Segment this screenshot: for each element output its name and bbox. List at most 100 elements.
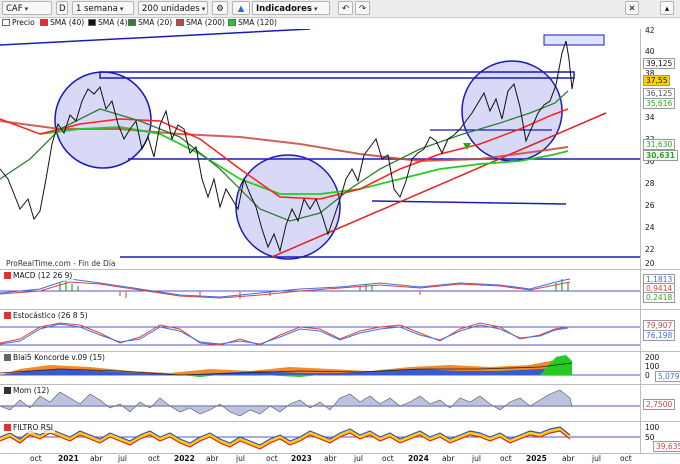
legend-sma200-label: SMA (200) [186, 18, 225, 27]
time-tick: oct [30, 454, 42, 463]
indicators-icon: ▲ [237, 4, 245, 14]
macd-line [0, 278, 571, 298]
chart-toolbar: CAF ▾ D 1 semana ▾ 200 unidades ▾ ⚙ ▲ Indic… [0, 0, 680, 18]
stoch-badge: 76,198 [643, 330, 676, 341]
chevron-down-icon: ▾ [119, 5, 124, 13]
mom-axis: 2,7500 [640, 384, 680, 422]
sma20-swatch [128, 19, 136, 26]
upper-trendline [0, 29, 311, 46]
rsi-chart [0, 426, 640, 450]
time-tick: 2021 [58, 454, 79, 463]
axis-tick: 42 [645, 26, 655, 35]
stoch-label-text: Estocástico (26 8 5) [13, 311, 88, 320]
rsi-label-text: FILTRO RSI [13, 423, 53, 432]
macd-label[interactable]: MACD (12 26 9) [4, 271, 75, 281]
legend-sma40[interactable]: SMA (40) [40, 17, 84, 29]
mom-label-text: Mom (12) [13, 386, 50, 395]
axis-tick: 22 [645, 245, 655, 254]
time-tick: jul [354, 454, 363, 463]
axis-tick: 0 [645, 371, 650, 380]
rsi-axis: 100 50 39,635 [640, 421, 680, 454]
legend-sma120-label: SMA (120) [238, 18, 277, 27]
price-axis[interactable]: 42 40 38 36 34 32 30 28 26 24 22 20 39,1… [640, 26, 680, 269]
symbol-selector[interactable]: CAF ▾ [2, 1, 52, 15]
axis-tick: 20 [645, 259, 655, 268]
indicator-icon [4, 424, 11, 431]
axis-tick: 100 [645, 423, 660, 432]
blai5-axis: 200 100 0 5,0798 [640, 351, 680, 385]
rsi-badge: 39,635 [653, 441, 680, 452]
sma40-swatch [40, 19, 48, 26]
time-tick: abr [206, 454, 219, 463]
price-badge: 30,631 [643, 150, 678, 161]
period-type-button[interactable]: D [56, 1, 68, 15]
legend-sma200[interactable]: SMA (200) [176, 17, 225, 29]
axis-tick: 200 [645, 353, 660, 362]
symbol-label: CAF [6, 4, 23, 14]
mom-chart [0, 389, 640, 417]
axis-tick: 26 [645, 201, 655, 210]
legend-sma20[interactable]: SMA (20) [128, 17, 172, 29]
units-selector[interactable]: 200 unidades ▾ [138, 1, 208, 15]
blai5-label-text: Blai5 Koncorde v.09 (15) [13, 353, 105, 362]
axis-tick: 40 [645, 47, 655, 56]
macd-badge: 0,2418 [643, 292, 676, 303]
units-label: 200 unidades [142, 4, 200, 14]
blai5-label[interactable]: Blai5 Koncorde v.09 (15) [4, 353, 107, 363]
circle-zone-3 [461, 60, 563, 162]
target-box [543, 34, 605, 46]
chevron-up-icon: ▴ [664, 4, 670, 14]
wrench-icon: ⚙ [216, 4, 224, 14]
time-tick: oct [620, 454, 632, 463]
legend-sma4-label: SMA (4) [98, 18, 128, 27]
macd-axis: 1,1813 0,9414 0,2418 [640, 269, 680, 310]
redo-button[interactable]: ↷ [355, 1, 370, 15]
indicators-menu[interactable]: Indicadores ▾ [252, 1, 330, 15]
price-badge: 31,630 [643, 139, 676, 150]
legend-sma120[interactable]: SMA (120) [228, 17, 277, 29]
timeframe-selector[interactable]: 1 semana ▾ [72, 1, 134, 15]
undo-icon: ↶ [341, 4, 350, 14]
axis-tick: 28 [645, 179, 655, 188]
mom-area [0, 389, 573, 417]
time-tick: oct [500, 454, 512, 463]
time-tick: oct [266, 454, 278, 463]
collapse-button[interactable]: ▴ [660, 1, 674, 15]
mom-label[interactable]: Mom (12) [4, 386, 52, 396]
macd-chart [0, 278, 640, 299]
stoch-label[interactable]: Estocástico (26 8 5) [4, 311, 90, 321]
close-chart-button[interactable]: ✕ [625, 1, 639, 15]
rsi-label[interactable]: FILTRO RSI [4, 423, 55, 433]
time-tick: jul [592, 454, 601, 463]
timeframe-label: 1 semana [76, 4, 118, 14]
blai5-badge: 5,0798 [655, 371, 680, 382]
time-tick: oct [382, 454, 394, 463]
indicator-icon [4, 272, 11, 279]
indicators-icon-button[interactable]: ▲ [232, 1, 250, 15]
sma120-swatch [228, 19, 236, 26]
chevron-down-icon: ▾ [313, 5, 318, 13]
time-tick: abr [562, 454, 575, 463]
time-tick: jul [118, 454, 127, 463]
undo-button[interactable]: ↶ [338, 1, 353, 15]
stoch-axis: 79,907 76,198 [640, 309, 680, 352]
time-tick: 2025 [526, 454, 547, 463]
legend-sma4[interactable]: SMA (4) [88, 17, 127, 29]
chevron-down-icon: ▾ [201, 5, 206, 13]
indicator-icon [4, 354, 11, 361]
price-chart[interactable]: ProRealTime.com - Fin de Día [0, 29, 640, 269]
stoch-chart [0, 322, 640, 346]
legend-bar: Precio SMA (40) SMA (4) SMA (20) SMA (20… [0, 17, 330, 29]
settings-button[interactable]: ⚙ [212, 1, 228, 15]
sma200-swatch [176, 19, 184, 26]
indicator-icon [4, 387, 11, 394]
legend-price[interactable]: Precio [2, 17, 35, 29]
axis-tick: 100 [645, 362, 660, 371]
time-tick: 2024 [408, 454, 429, 463]
time-tick: abr [90, 454, 103, 463]
time-tick: jul [236, 454, 245, 463]
mom-badge: 2,7500 [643, 399, 676, 410]
time-tick: jul [472, 454, 481, 463]
stoch-k-line [0, 322, 569, 346]
circle-zone-2 [235, 154, 341, 260]
